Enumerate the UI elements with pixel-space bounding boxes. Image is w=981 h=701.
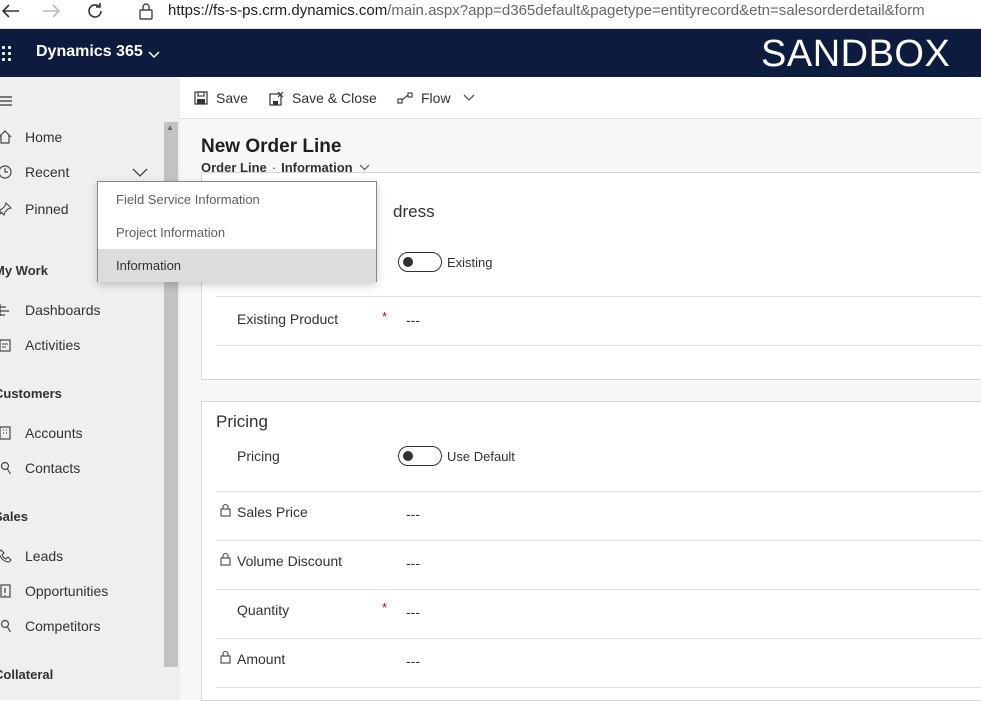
sidebar-item-label: Home [25,129,63,145]
sidebar-item-dashboards[interactable]: Dashboards [0,293,164,327]
save-button[interactable]: Save [194,77,248,119]
section-title: dress [393,202,435,221]
field-label: Sales Price [237,504,308,520]
lock-icon [220,552,231,571]
person-icon [0,617,14,635]
flow-icon [397,92,413,104]
existing-toggle-label: Existing [447,255,493,270]
quantity-row: Quantity * --- [216,590,981,639]
sidebar-item-label: Accounts [25,425,83,441]
save-label: Save [216,90,248,106]
sidebar-item-label: Dashboards [25,302,101,318]
home-icon [0,128,14,146]
save-close-button[interactable]: Save & Close [269,77,377,119]
flow-label: Flow [421,90,451,106]
building-icon [0,424,14,442]
required-marker: * [382,309,388,324]
field-label: Amount [237,651,286,667]
sidebar-item-label: Leads [25,548,64,564]
pricing-section: Pricing Pricing Use Default Sales Price … [201,401,981,701]
section-collateral: Collateral [0,667,54,682]
clock-icon [0,163,14,181]
sidebar-item-label: Opportunities [25,583,109,599]
chevron-down-icon[interactable] [463,94,475,102]
sales-price-row: Sales Price --- [216,492,981,541]
dashboard-icon [0,301,14,319]
lock-icon [220,650,231,669]
sidebar-item-contacts[interactable]: Contacts [0,451,164,485]
section-customers: Customers [0,386,62,401]
sidebar-item-label: Competitors [25,618,101,634]
existing-product-lookup[interactable]: --- [406,312,420,328]
url-path: /main.aspx?app=d365default&pagetype=enti… [387,2,925,19]
field-label: Volume Discount [237,553,343,569]
sidebar-item-competitors[interactable]: Competitors [0,609,164,643]
volume-discount-row: Volume Discount --- [216,541,981,590]
existing-toggle[interactable] [398,252,442,272]
form-option-information[interactable]: Information [98,249,376,282]
browser-toolbar: https://fs-s-ps.crm.dynamics.com/main.as… [0,0,981,29]
lock-icon [220,503,231,522]
environment-label: SANDBOX [761,33,951,75]
form-option-project[interactable]: Project Information [98,216,376,249]
phone-icon [0,547,14,565]
app-header: Dynamics 365 SANDBOX [0,29,981,77]
field-label: Existing Product [237,311,339,327]
scroll-up-arrow-icon[interactable]: ▲ [166,123,174,132]
save-close-icon [269,91,284,106]
quantity-field[interactable]: --- [406,604,420,620]
section-my-work: My Work [0,263,48,278]
use-default-toggle-label: Use Default [447,449,515,464]
sales-price-field[interactable]: --- [406,506,420,522]
volume-discount-field[interactable]: --- [406,555,420,571]
lock-icon [135,0,157,22]
address-bar[interactable]: https://fs-s-ps.crm.dynamics.com/main.as… [168,0,925,22]
refresh-icon[interactable] [84,0,106,22]
existing-product-row: Existing Product * --- [216,297,981,346]
amount-row: Amount --- [216,639,981,688]
sidebar-item-label: Recent [25,164,70,180]
hamburger-icon[interactable] [0,93,12,111]
sidebar-item-label: Activities [25,337,81,353]
sidebar-item-home[interactable]: Home [0,120,164,154]
sidebar-item-opportunities[interactable]: Opportunities [0,574,164,608]
sidebar-item-label: Contacts [25,460,81,476]
url-domain: https://fs-s-ps.crm.dynamics.com [168,2,388,19]
flow-button[interactable]: Flow [397,77,475,119]
chevron-down-icon[interactable] [148,46,160,64]
pricing-row: Pricing Use Default [216,437,981,492]
amount-field[interactable]: --- [406,653,420,669]
sidebar-item-activities[interactable]: Activities [0,328,164,362]
record-title: New Order Line [201,136,342,157]
forward-arrow-icon[interactable] [40,0,62,22]
pin-icon [0,200,14,218]
form-selector-dropdown: Field Service Information Project Inform… [97,181,377,282]
command-bar: Save Save & Close Flow [180,77,981,119]
sidebar-item-accounts[interactable]: Accounts [0,416,164,450]
person-icon [0,459,14,477]
form-option-field-service[interactable]: Field Service Information [98,183,376,216]
activities-icon [0,336,14,354]
save-close-label: Save & Close [292,90,377,106]
field-label: Pricing [237,448,280,464]
save-icon [194,91,208,105]
chevron-down-icon[interactable] [132,164,148,180]
back-arrow-icon[interactable] [0,0,22,22]
section-title: Pricing [216,412,268,431]
sidebar-item-label: Pinned [25,201,69,217]
use-default-toggle[interactable] [398,446,442,466]
required-marker: * [382,600,388,615]
field-label: Quantity [237,602,290,618]
sitemap-sidebar: Home Recent Pinned My Work Dashboards Ac… [0,77,180,700]
app-name[interactable]: Dynamics 365 [36,43,143,61]
section-sales: Sales [0,509,28,524]
opportunity-icon [0,582,14,600]
sidebar-item-leads[interactable]: Leads [0,539,164,573]
chevron-down-icon[interactable] [359,164,370,171]
waffle-icon[interactable] [0,45,14,61]
